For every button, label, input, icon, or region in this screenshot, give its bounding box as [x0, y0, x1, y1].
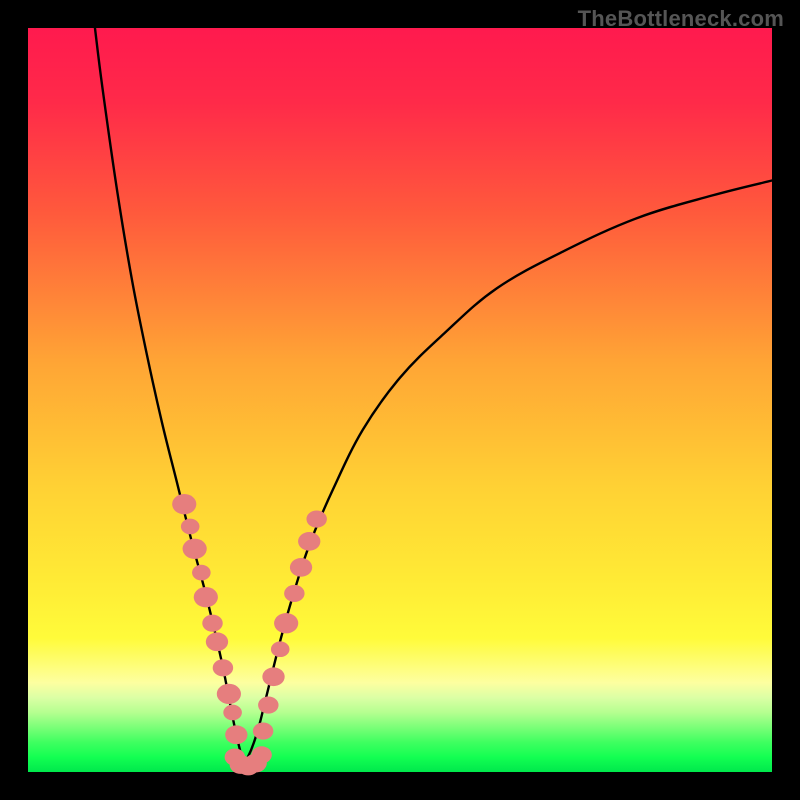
data-marker: [192, 565, 211, 581]
plot-area: [28, 28, 772, 772]
data-marker: [271, 641, 290, 657]
data-marker: [183, 539, 207, 559]
data-marker: [284, 585, 304, 602]
curve-left-branch: [95, 28, 244, 765]
data-marker: [217, 684, 241, 704]
data-marker: [258, 696, 278, 713]
data-marker: [181, 519, 200, 535]
data-marker: [172, 494, 196, 514]
marker-layer: [172, 494, 327, 775]
curve-layer: [28, 28, 772, 772]
data-marker: [202, 615, 222, 632]
data-marker: [274, 613, 298, 633]
chart-frame: TheBottleneck.com: [0, 0, 800, 800]
curve-right-branch: [244, 181, 772, 765]
data-marker: [262, 667, 284, 686]
data-marker: [194, 587, 218, 607]
data-marker: [225, 725, 247, 744]
data-marker: [251, 746, 271, 763]
data-marker: [206, 632, 228, 651]
data-marker: [290, 558, 312, 577]
data-marker: [213, 659, 233, 676]
data-marker: [253, 722, 273, 739]
data-marker: [298, 532, 320, 551]
data-marker: [223, 705, 242, 721]
data-marker: [306, 510, 326, 527]
